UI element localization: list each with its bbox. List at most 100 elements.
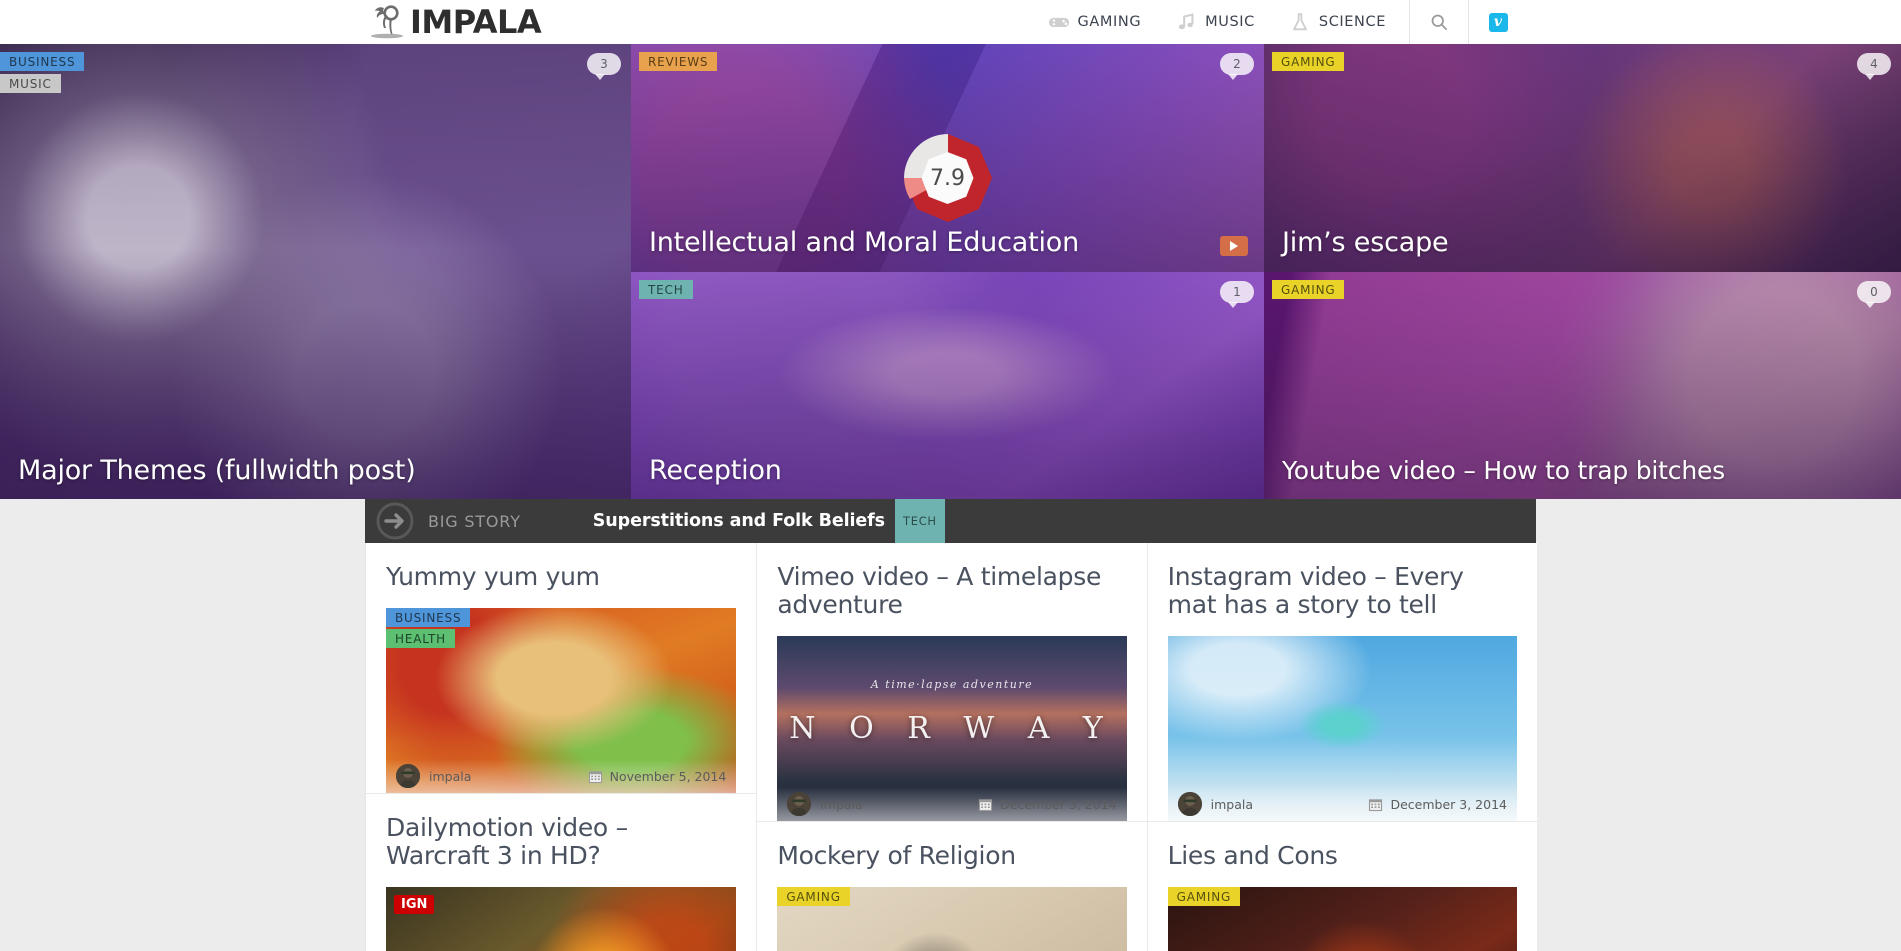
nav-item-gaming[interactable]: GAMING — [1031, 0, 1159, 44]
article-thumbnail[interactable]: impala December 3, 2014 — [1167, 636, 1517, 821]
hero-tile-badges: REVIEWS — [639, 52, 718, 71]
category-badge[interactable]: GAMING — [777, 887, 850, 906]
logo-text: IMPALA — [410, 3, 542, 41]
site-header: IMPALA GAMING MUSIC SCIENCE v — [0, 0, 1901, 44]
nav-item-music[interactable]: MUSIC — [1158, 0, 1272, 44]
search-button[interactable] — [1416, 0, 1462, 44]
comment-count-badge[interactable]: 4 — [1857, 53, 1891, 80]
hero-column-middle: REVIEWS 2 7.9 Intellectual and Moral Edu… — [631, 44, 1264, 499]
article-date: November 5, 2014 — [609, 768, 727, 784]
thumbnail-badges: BUSINESS HEALTH — [386, 608, 471, 648]
hero-tile-title: Intellectual and Moral Education — [649, 227, 1080, 259]
article-thumbnail[interactable]: GAMING — [1167, 887, 1517, 951]
article-title: Vimeo video – A timelapse adventure — [777, 562, 1102, 619]
search-icon — [1431, 14, 1447, 30]
article-column-3: Instagram video – Every mat has a story … — [1146, 543, 1537, 951]
category-badge[interactable]: MUSIC — [0, 74, 61, 93]
hero-tile-youtube-video[interactable]: GAMING 0 Youtube video – How to trap bit… — [1264, 271, 1901, 499]
hero-tile-title: Reception — [649, 454, 782, 486]
article-date-group: December 3, 2014 — [978, 797, 1117, 812]
comment-count-badge[interactable]: 0 — [1857, 280, 1891, 308]
article-card-vimeo-timelapse[interactable]: Vimeo video – A timelapse adventure N O … — [757, 543, 1147, 822]
hero-tile-badges: GAMING — [1272, 279, 1345, 299]
category-badge[interactable]: GAMING — [1167, 887, 1241, 906]
hero-tile-badges: TECH — [639, 279, 693, 299]
nav-divider-2 — [1468, 0, 1469, 44]
article-date-group: December 3, 2014 — [1368, 797, 1507, 812]
impala-antelope-logo-icon — [371, 5, 403, 39]
nav-label-science: SCIENCE — [1318, 14, 1386, 30]
article-thumbnail[interactable]: IGN — [386, 887, 737, 951]
article-title: Mockery of Religion — [777, 841, 1016, 870]
overlay-title: N O R W A Y — [789, 711, 1115, 746]
category-badge[interactable]: BUSINESS — [0, 52, 85, 71]
category-badge[interactable]: HEALTH — [386, 629, 456, 648]
article-card-lies-and-cons[interactable]: Lies and Cons GAMING — [1148, 822, 1537, 951]
thumbnail-badges: GAMING — [1167, 887, 1241, 906]
article-card-mockery-of-religion[interactable]: Mockery of Religion GAMING — [757, 822, 1146, 951]
nav-item-science[interactable]: SCIENCE — [1272, 0, 1403, 44]
article-title: Lies and Cons — [1167, 841, 1338, 870]
comment-count-badge[interactable]: 1 — [1220, 280, 1254, 308]
music-note-icon — [1179, 13, 1194, 30]
article-card-dailymotion-warcraft[interactable]: Dailymotion video – Warcraft 3 in HD? IG… — [366, 794, 756, 951]
category-badge[interactable]: BUSINESS — [386, 608, 471, 627]
ign-watermark: IGN — [394, 895, 435, 914]
article-thumbnail[interactable]: N O R W A Y A time·lapse adventure impal… — [777, 636, 1127, 821]
hero-tile-major-themes[interactable]: BUSINESS MUSIC 3 Major Themes (fullwidth… — [0, 44, 631, 499]
big-story-bar[interactable]: BIG STORY Superstitions and Folk Beliefs… — [365, 499, 1536, 543]
avatar-image — [1177, 792, 1202, 816]
category-badge[interactable]: TECH — [639, 279, 693, 299]
author-avatar — [1177, 792, 1202, 816]
video-play-icon[interactable] — [1220, 235, 1248, 256]
content-container: BIG STORY Superstitions and Folk Beliefs… — [365, 499, 1537, 951]
article-date: December 3, 2014 — [1390, 796, 1507, 812]
flask-icon — [1293, 13, 1307, 31]
author-name[interactable]: impala — [1211, 797, 1253, 812]
comment-count-badge[interactable]: 3 — [587, 53, 621, 80]
vimeo-link[interactable]: v — [1475, 0, 1521, 44]
hero-tile-title: Youtube video – How to trap bitches — [1282, 456, 1725, 486]
hero-tile-jims-escape[interactable]: GAMING 4 Jim’s escape — [1264, 44, 1901, 272]
article-thumbnail[interactable]: GAMING — [777, 887, 1127, 951]
big-story-label: BIG STORY — [428, 511, 521, 531]
hero-tile-title: Major Themes (fullwidth post) — [18, 454, 416, 486]
comment-count-badge[interactable]: 2 — [1220, 53, 1254, 80]
hero-tile-intellectual-moral-education[interactable]: REVIEWS 2 7.9 Intellectual and Moral Edu… — [631, 44, 1264, 272]
nav-divider — [1409, 0, 1410, 44]
author-name[interactable]: impala — [820, 797, 862, 812]
article-meta: impala November 5, 2014 — [386, 759, 737, 793]
hero-tile-tint — [0, 44, 631, 499]
author-name[interactable]: impala — [429, 769, 471, 784]
calendar-icon — [1369, 798, 1383, 811]
rating-widget: 7.9 — [902, 132, 994, 224]
calendar-icon — [588, 770, 602, 783]
gamepad-icon — [1048, 17, 1069, 28]
article-card-yummy-yum-yum[interactable]: Yummy yum yum BUSINESS HEALTH impala Nov… — [366, 543, 757, 794]
big-story-category-badge[interactable]: TECH — [895, 499, 945, 543]
article-title: Dailymotion video – Warcraft 3 in HD? — [386, 813, 628, 870]
calendar-icon — [979, 798, 993, 811]
nav-label-gaming: GAMING — [1077, 14, 1142, 30]
nav-label-music: MUSIC — [1205, 14, 1255, 30]
arrow-right-circle-icon — [376, 502, 414, 540]
thumbnail-image — [386, 887, 737, 951]
article-date-group: November 5, 2014 — [588, 768, 727, 784]
big-story-headline[interactable]: Superstitions and Folk Beliefs — [593, 511, 885, 531]
hero-tile-badges: BUSINESS MUSIC — [0, 52, 85, 93]
vimeo-icon: v — [1488, 12, 1508, 32]
article-thumbnail[interactable]: BUSINESS HEALTH impala November 5, 2014 — [386, 608, 737, 793]
category-badge[interactable]: GAMING — [1272, 52, 1345, 71]
category-badge[interactable]: GAMING — [1272, 279, 1345, 299]
article-date: December 3, 2014 — [1000, 796, 1117, 812]
main-navigation: GAMING MUSIC SCIENCE v — [1031, 0, 1521, 44]
article-column-2: Vimeo video – A timelapse adventure N O … — [756, 543, 1147, 951]
hero-tile-title: Jim’s escape — [1282, 227, 1449, 259]
hero-column-right: GAMING 4 Jim’s escape GAMING 0 Youtube v… — [1264, 44, 1901, 499]
author-avatar — [396, 764, 420, 788]
site-logo[interactable]: IMPALA — [370, 0, 542, 44]
hero-tile-reception[interactable]: TECH 1 Reception — [631, 271, 1264, 499]
article-card-instagram-mat-story[interactable]: Instagram video – Every mat has a story … — [1147, 543, 1537, 822]
category-badge[interactable]: REVIEWS — [639, 52, 718, 71]
author-avatar — [787, 792, 812, 816]
